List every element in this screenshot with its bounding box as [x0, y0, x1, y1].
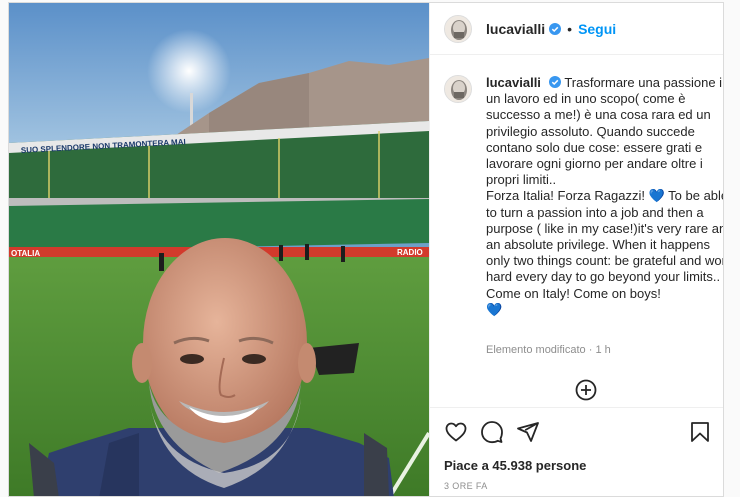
save-icon[interactable] [688, 420, 712, 444]
post-header: lucavialli • Segui [430, 3, 723, 55]
add-comment-icon[interactable] [575, 379, 597, 401]
like-icon[interactable] [444, 420, 468, 444]
ad-board-left: OTALIA [11, 249, 40, 258]
caption-text: lucavialli Trasformare una passione in u… [486, 75, 724, 318]
avatar[interactable] [444, 14, 472, 43]
caption-italian: Trasformare una passione in un lavoro ed… [486, 75, 724, 188]
post-photo[interactable]: SUO SPLENDORE NON TRAMONTERA MAI OTALIA … [9, 3, 429, 496]
edited-meta: Elemento modificato · 1 h [486, 344, 611, 356]
follow-button[interactable]: Segui [578, 21, 616, 37]
blue-heart-icon-2: 💙 [486, 301, 503, 317]
caption-avatar[interactable] [444, 75, 472, 103]
verified-badge-icon [549, 22, 562, 35]
edited-label: Elemento modificato [486, 344, 586, 356]
share-icon[interactable] [516, 420, 540, 444]
blue-heart-icon: 💙 [648, 188, 665, 204]
edited-age: 1 h [595, 344, 611, 356]
likes-count[interactable]: Piace a 45.938 persone [444, 458, 586, 473]
actions-bar: Piace a 45.938 persone 3 ORE FA [430, 407, 723, 496]
separator-dot: • [567, 20, 573, 37]
post-frame: SUO SPLENDORE NON TRAMONTERA MAI OTALIA … [8, 2, 724, 497]
caption-english-cheer: Come on Italy! Come on boys! [486, 285, 661, 301]
caption-verified-icon [548, 76, 561, 88]
username[interactable]: lucavialli [486, 21, 545, 37]
post-timestamp[interactable]: 3 ORE FA [444, 481, 488, 491]
caption-italian-cheer: Forza Italia! Forza Ragazzi! [486, 188, 645, 204]
post-sidebar: lucavialli • Segui lucavialli Trasformar… [429, 3, 724, 496]
action-icons [444, 420, 540, 444]
caption-username[interactable]: lucavialli [486, 75, 541, 90]
ad-board-right: RADIO [397, 248, 423, 257]
meta-dot: · [588, 344, 593, 356]
comment-icon[interactable] [480, 420, 504, 444]
